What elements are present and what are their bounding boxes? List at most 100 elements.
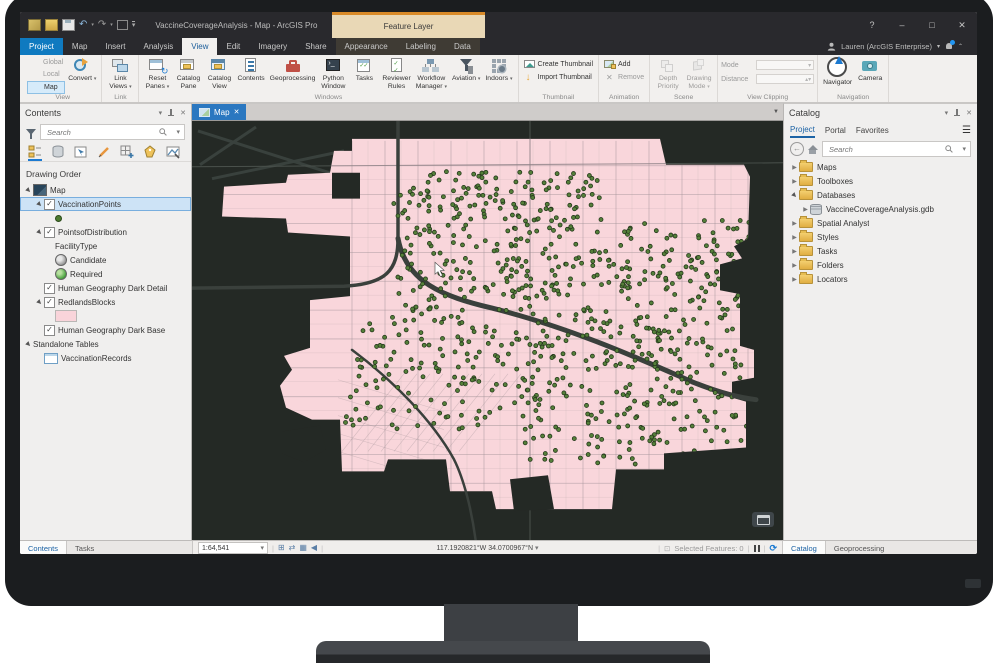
panel-close-icon[interactable]: ✕ [966,109,972,117]
pane-tab-tasks[interactable]: Tasks [67,541,102,554]
undo-dropdown-icon[interactable]: ▾ [91,22,94,28]
ribbon-tab-imagery[interactable]: Imagery [249,38,296,55]
symbol-swatch-row[interactable] [20,309,191,323]
contents-toolbar-selection-icon[interactable] [74,145,88,161]
catalog-item-toolboxes[interactable]: ▶ Toolboxes [784,174,977,188]
catalog-item-databases[interactable]: ▶ Databases [784,188,977,202]
minimize-button[interactable]: – [887,12,917,38]
symbol-dot-row[interactable] [20,211,191,225]
layer-checkbox[interactable]: ✓ [44,324,55,336]
reviewer-rules-button[interactable]: ReviewerRules [380,56,412,92]
map-overlay-icon[interactable] [752,512,774,527]
ribbon-tab-insert[interactable]: Insert [96,38,134,55]
new-map-view-icon[interactable]: ⊞ [278,543,285,553]
search-dropdown-icon[interactable]: ▾ [176,128,180,136]
user-dropdown-icon[interactable]: ▾ [937,43,940,50]
contents-toolbar-labeling-icon[interactable] [143,145,157,161]
reset-panes-button[interactable]: ResetPanes ▾ [142,56,172,92]
panel-menu-icon[interactable]: ▾ [159,109,163,117]
catalog-tab-favorites[interactable]: Favorites [856,124,889,137]
workflow-manager-button[interactable]: Workflow Manager ▾ [414,56,449,92]
panel-menu-icon[interactable]: ▾ [945,109,949,117]
layer-checkbox[interactable]: ✓ [44,226,55,238]
pane-tab-geoprocessing[interactable]: Geoprocessing [826,541,892,554]
layer-checkbox[interactable]: ✓ [44,296,55,308]
catalog-item-tasks[interactable]: ▶ Tasks [784,244,977,258]
customize-qat-icon[interactable]: ▾ [131,21,136,29]
ribbon-tab-edit[interactable]: Edit [217,38,249,55]
indoors-button[interactable]: Indoors ▾ [483,56,514,84]
back-icon[interactable]: ← [790,142,804,156]
collapsed-icon[interactable]: ▶ [790,220,799,227]
sound-icon[interactable]: ◀ [311,543,317,553]
contents-toolbar-data-source-icon[interactable] [51,145,65,161]
search-dropdown-icon[interactable]: ▾ [962,145,966,153]
camera-button[interactable]: Camera [855,56,885,84]
collapsed-icon[interactable]: ▶ [790,164,799,171]
catalog-pane-button[interactable]: Catalog Pane [173,56,203,92]
link-views-button[interactable]: Link Views ▾ [105,56,135,92]
aviation-button[interactable]: Aviation ▾ [450,56,482,84]
navigator-button[interactable]: Navigator [821,56,854,88]
map-view-tab[interactable]: Map ✕ [192,104,247,120]
tree-item-vaccinationpoints[interactable]: ▶ ✓ VaccinationPoints [20,197,191,211]
notifications-icon[interactable] [945,40,955,51]
contextual-tab-data[interactable]: Data [445,38,480,55]
tree-item-human-geography-dark-detail[interactable]: ✓ Human Geography Dark Detail [20,281,191,295]
python-window-button[interactable]: PythonWindow [318,56,348,92]
map-tab-close-icon[interactable]: ✕ [234,108,240,116]
create-thumbnail-button[interactable]: Create Thumbnail [522,59,596,70]
catalog-item-locators[interactable]: ▶ Locators [784,272,977,286]
signed-in-user[interactable]: Lauren (ArcGIS Enterprise) [841,42,932,51]
layer-checkbox[interactable]: ✓ [44,282,55,294]
tree-item-vaccinationrecords[interactable]: VaccinationRecords [20,351,191,365]
ribbon-tab-analysis[interactable]: Analysis [134,38,182,55]
pause-drawing-icon[interactable] [753,544,760,552]
new-project-icon[interactable] [28,19,41,31]
tree-item-candidate[interactable]: Candidate [20,253,191,267]
open-project-icon[interactable] [45,19,58,31]
ribbon-collapse-icon[interactable]: ⌃ [958,43,963,50]
catalog-search-input[interactable] [827,143,943,155]
convert-button[interactable]: Convert ▾ [66,56,98,84]
contents-toolbar-snapping-icon[interactable] [120,145,134,161]
redo-dropdown-icon[interactable]: ▾ [110,22,113,28]
collapsed-icon[interactable]: ▶ [790,178,799,185]
collapsed-icon[interactable]: ▶ [801,206,810,213]
point-symbol-swatch[interactable] [55,214,62,222]
catalog-tab-portal[interactable]: Portal [825,124,846,137]
coordinates-readout[interactable]: 117.1920821°W 34.0700967°N ▾ [436,545,538,552]
catalog-view-button[interactable]: Catalog View [204,56,234,92]
maximize-button[interactable]: □ [917,12,947,38]
pane-tab-catalog[interactable]: Catalog [783,541,826,554]
tree-item-redlandsblocks[interactable]: ▶ ✓ RedlandsBlocks [20,295,191,309]
pin-icon[interactable] [168,108,175,118]
collapsed-icon[interactable]: ▶ [790,248,799,255]
catalog-item-maps[interactable]: ▶ Maps [784,160,977,174]
catalog-item-styles[interactable]: ▶ Styles [784,230,977,244]
contents-toolbar-drawing-order-icon[interactable] [28,145,42,161]
ribbon-tab-project[interactable]: Project [20,38,63,55]
catalog-menu-icon[interactable]: ☰ [962,125,971,136]
contents-button[interactable]: Contents [235,56,266,84]
link-button-icon[interactable] [116,20,128,30]
pin-icon[interactable] [954,108,961,118]
contents-search-input[interactable] [45,126,157,138]
tree-item-map[interactable]: ▶ Map [20,183,191,197]
collapsed-icon[interactable]: ▶ [790,234,799,241]
ribbon-tab-map[interactable]: Map [63,38,97,55]
tree-item-pointsofdistribution[interactable]: ▶ ✓ PointsofDistribution [20,225,191,239]
contextual-tab-appearance[interactable]: Appearance [336,38,397,55]
sync-views-icon[interactable]: ⇄ [289,543,296,553]
refresh-icon[interactable]: ⟳ [769,543,777,554]
catalog-item-folders[interactable]: ▶ Folders [784,258,977,272]
catalog-tab-project[interactable]: Project [790,123,815,138]
tasks-button[interactable]: Tasks [349,56,379,84]
ribbon-tab-view[interactable]: View [182,38,218,55]
map-canvas[interactable] [192,121,783,540]
map-svg[interactable] [192,121,783,540]
collapsed-icon[interactable]: ▶ [790,276,799,283]
add-button[interactable]: Add [602,59,632,70]
redo-icon[interactable]: ↷ [98,20,106,30]
tree-item-facilitytype[interactable]: FacilityType [20,239,191,253]
